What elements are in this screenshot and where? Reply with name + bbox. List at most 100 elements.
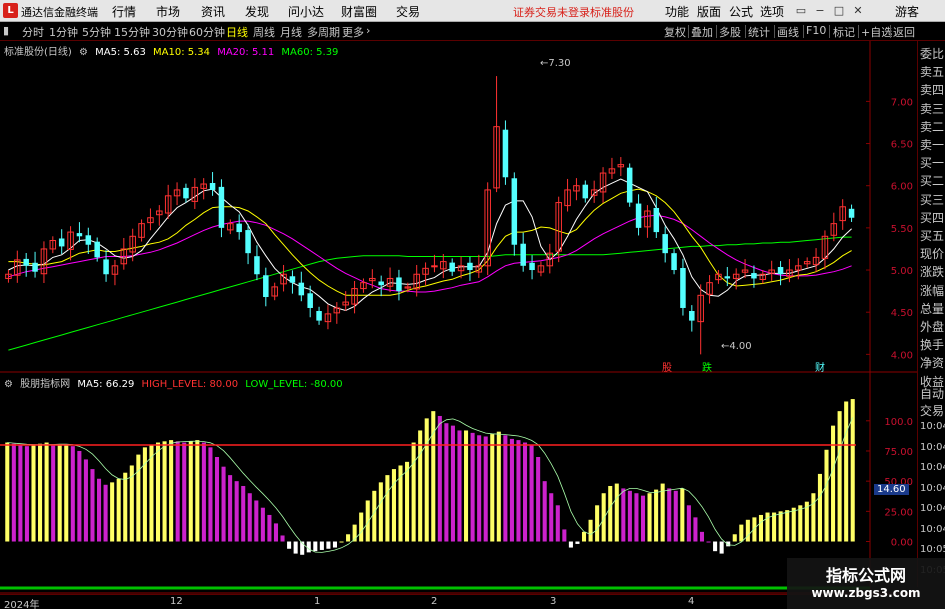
indicator-bar <box>83 459 88 542</box>
period-multi[interactable]: 多周期 <box>307 24 340 40</box>
tool-add-watchlist[interactable]: +自选 <box>861 24 892 40</box>
indicator-bar <box>581 531 587 542</box>
ma10-line <box>8 188 852 296</box>
trade-time: 10:05 <box>920 544 945 555</box>
event-tag[interactable]: 财 <box>815 359 825 374</box>
period-weekly[interactable]: 周线 <box>253 24 275 40</box>
menu-item-discover[interactable]: 发现 <box>245 3 269 20</box>
period-intraday[interactable]: 分时 <box>22 24 44 40</box>
menu-item-markets[interactable]: 市场 <box>156 3 180 20</box>
window-maximize-icon[interactable]: □ <box>831 3 847 18</box>
window-minimize-icon[interactable]: − <box>812 3 828 18</box>
indicator-bar <box>201 442 206 542</box>
candle-body <box>662 234 668 254</box>
candle-body <box>751 273 757 279</box>
indicator-bar <box>575 541 580 544</box>
event-tag[interactable]: 股 <box>662 359 672 374</box>
auto-trade-button[interactable]: 自动 <box>920 385 945 403</box>
menu-item-market[interactable]: 行情 <box>112 3 136 20</box>
login-status[interactable]: 证券交易未登录 <box>513 4 590 20</box>
menu-formula[interactable]: 公式 <box>729 3 753 20</box>
period-monthly[interactable]: 月线 <box>280 24 302 40</box>
period-5min[interactable]: 5分钟 <box>82 24 111 40</box>
period-1min[interactable]: 1分钟 <box>49 24 78 40</box>
time-label: 4 <box>688 596 695 607</box>
tool-adjust[interactable]: 复权 <box>664 24 686 40</box>
period-30min[interactable]: 30分钟 <box>152 24 188 40</box>
indicator-bar <box>693 517 698 542</box>
settings-gear-icon[interactable]: ⚙ <box>4 379 13 390</box>
chart-area[interactable]: 7.00 6.50 6.00 5.50 5.00 4.50 4.00 100.0 75.00 50… <box>0 41 945 609</box>
tool-multistock[interactable]: 多股 <box>719 24 741 40</box>
period-60min[interactable]: 60分钟 <box>189 24 225 40</box>
sidebar-label: 委比 <box>920 47 945 61</box>
indicator-bar <box>739 524 744 542</box>
indicator-bar <box>346 534 351 542</box>
tool-draw[interactable]: 画线 <box>777 24 799 40</box>
indicator-bar <box>542 481 547 542</box>
legend-ma5: MA5: 5.63 <box>95 47 146 58</box>
price-tick-label: 5.00 <box>891 266 913 277</box>
period-daily[interactable]: 日线 <box>226 24 248 40</box>
period-more[interactable]: 更多 <box>342 24 364 40</box>
indicator-bar <box>228 475 233 542</box>
indicator-bar <box>509 438 514 542</box>
menu-item-ask[interactable]: 问小达 <box>288 3 324 20</box>
menu-function[interactable]: 功能 <box>665 3 689 20</box>
indicator-bar <box>699 531 705 542</box>
menu-layout[interactable]: 版面 <box>697 3 721 20</box>
tool-f10[interactable]: F10 <box>806 24 826 37</box>
indicator-bar <box>765 512 770 542</box>
toolbar-divider <box>829 25 830 38</box>
auto-trade-button[interactable]: 交易 <box>920 402 945 420</box>
legend-ma60: MA60: 5.39 <box>281 47 339 58</box>
indicator-bar <box>752 517 757 542</box>
candlestick-chart[interactable]: 7.006.506.005.505.004.504.00100.075.0050… <box>0 41 945 609</box>
trade-time: 10:04 <box>920 503 945 514</box>
sidebar-label: 总量 <box>920 301 945 316</box>
window-restore-icon[interactable]: ▭ <box>793 3 809 18</box>
tool-stats[interactable]: 统计 <box>748 24 770 40</box>
indicator-bar <box>175 441 180 542</box>
indicator-bar <box>319 541 324 550</box>
candle-body <box>85 235 92 245</box>
indicator-title: 股朋指标网 <box>20 379 71 390</box>
settings-gear-icon[interactable]: ⚙ <box>79 47 88 58</box>
indicator-bar <box>182 442 187 542</box>
event-tag[interactable]: 跌 <box>702 359 712 374</box>
window-close-icon[interactable]: ✕ <box>850 3 866 18</box>
indicator-bar <box>162 441 167 542</box>
tool-mark[interactable]: 标记 <box>833 24 855 40</box>
indicator-current-value: 14.60 <box>874 484 909 495</box>
toolbar-divider <box>803 25 804 38</box>
low-price-marker: ←4.00 <box>721 341 752 352</box>
menu-options[interactable]: 选项 <box>760 3 784 20</box>
ma60-line <box>8 236 852 351</box>
indicator-legend-ma5: MA5: 66.29 <box>77 379 135 390</box>
indicator-bar <box>378 482 383 542</box>
tool-overlay[interactable]: 叠加 <box>691 24 713 40</box>
indicator-bar <box>640 495 646 542</box>
tool-back[interactable]: 返回 <box>893 24 915 40</box>
indicator-bar <box>51 444 56 542</box>
main-chart-title: 标准股份(日线) <box>4 47 72 58</box>
candle-body <box>103 259 109 275</box>
menu-item-news[interactable]: 资讯 <box>201 3 225 20</box>
chevron-right-icon[interactable]: › <box>366 24 370 37</box>
candle-body <box>724 276 731 279</box>
indicator-bar <box>477 435 482 542</box>
indicator-bar <box>503 435 508 542</box>
indicator-bar <box>214 457 220 542</box>
menu-item-wealth[interactable]: 财富圈 <box>341 3 377 20</box>
sidebar-label: 涨幅 <box>920 283 945 298</box>
candle-body <box>680 268 686 308</box>
menu-item-trade[interactable]: 交易 <box>396 3 420 20</box>
indicator-bar <box>247 493 252 542</box>
indicator-bar <box>123 472 128 542</box>
period-15min[interactable]: 15分钟 <box>114 24 150 40</box>
indicator-bar <box>588 519 593 542</box>
indicator-bar <box>791 507 796 542</box>
indicator-bar <box>772 512 777 542</box>
tool-indicator-icon[interactable]: ▮ <box>3 24 9 37</box>
guest-label[interactable]: 游客 <box>895 3 919 20</box>
